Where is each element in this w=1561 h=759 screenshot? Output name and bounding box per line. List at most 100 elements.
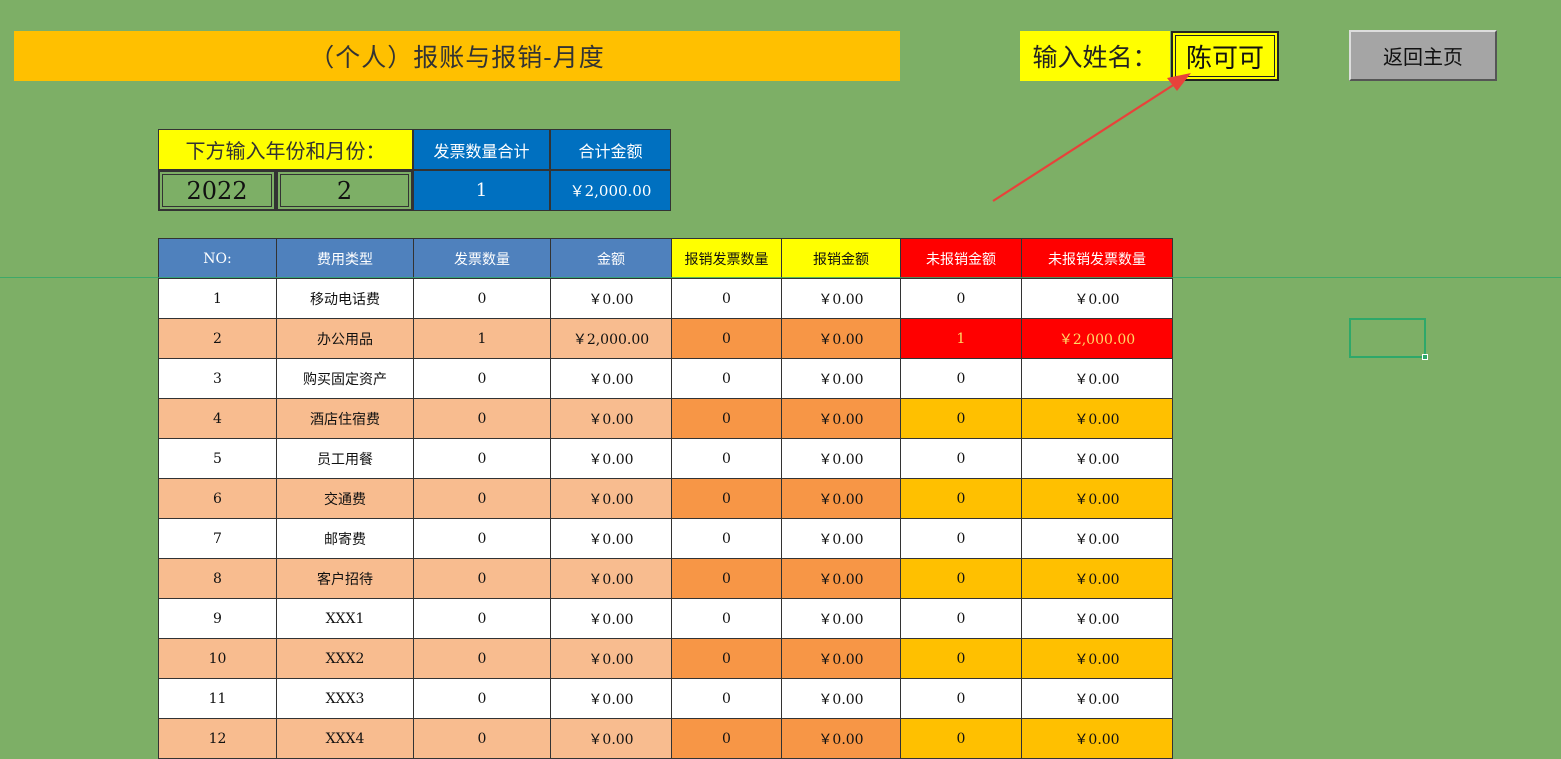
- cell-no[interactable]: 11: [158, 678, 277, 719]
- cell-reimbursed-count[interactable]: 0: [671, 398, 782, 439]
- cell-amount[interactable]: ￥0.00: [550, 678, 672, 719]
- cell-invoice-count[interactable]: 0: [413, 598, 551, 639]
- cell-invoice-count[interactable]: 0: [413, 718, 551, 759]
- cell-amount[interactable]: ￥0.00: [550, 398, 672, 439]
- cell-reimbursed-amount[interactable]: ￥0.00: [781, 598, 901, 639]
- cell-amount[interactable]: ￥0.00: [550, 598, 672, 639]
- cell-reimbursed-count[interactable]: 0: [671, 278, 782, 319]
- year-input-cell[interactable]: 2022: [158, 170, 276, 211]
- cell-invoice-count[interactable]: 0: [413, 358, 551, 399]
- cell-no[interactable]: 5: [158, 438, 277, 479]
- cell-invoice-count[interactable]: 0: [413, 638, 551, 679]
- cell-unreimbursed-count[interactable]: ￥0.00: [1021, 558, 1173, 599]
- cell-no[interactable]: 4: [158, 398, 277, 439]
- fill-handle[interactable]: [1422, 354, 1428, 360]
- cell-invoice-count[interactable]: 0: [413, 398, 551, 439]
- cell-unreimbursed-count[interactable]: ￥0.00: [1021, 478, 1173, 519]
- cell-no[interactable]: 10: [158, 638, 277, 679]
- cell-unreimbursed-amount[interactable]: 0: [900, 518, 1022, 559]
- cell-reimbursed-amount[interactable]: ￥0.00: [781, 358, 901, 399]
- cell-amount[interactable]: ￥0.00: [550, 478, 672, 519]
- cell-unreimbursed-amount[interactable]: 0: [900, 718, 1022, 759]
- month-input-cell[interactable]: 2: [276, 170, 413, 211]
- cell-unreimbursed-count[interactable]: ￥2,000.00: [1021, 318, 1173, 359]
- cell-unreimbursed-count[interactable]: ￥0.00: [1021, 398, 1173, 439]
- cell-expense-type[interactable]: 酒店住宿费: [276, 398, 414, 439]
- cell-invoice-count[interactable]: 0: [413, 678, 551, 719]
- cell-amount[interactable]: ￥0.00: [550, 518, 672, 559]
- cell-reimbursed-amount[interactable]: ￥0.00: [781, 438, 901, 479]
- cell-amount[interactable]: ￥2,000.00: [550, 318, 672, 359]
- cell-reimbursed-count[interactable]: 0: [671, 558, 782, 599]
- cell-expense-type[interactable]: 移动电话费: [276, 278, 414, 319]
- cell-no[interactable]: 6: [158, 478, 277, 519]
- cell-invoice-count[interactable]: 0: [413, 438, 551, 479]
- cell-unreimbursed-amount[interactable]: 0: [900, 558, 1022, 599]
- cell-no[interactable]: 9: [158, 598, 277, 639]
- cell-reimbursed-count[interactable]: 0: [671, 358, 782, 399]
- cell-reimbursed-amount[interactable]: ￥0.00: [781, 558, 901, 599]
- cell-expense-type[interactable]: 邮寄费: [276, 518, 414, 559]
- selected-cell[interactable]: [1349, 318, 1426, 358]
- cell-unreimbursed-amount[interactable]: 0: [900, 358, 1022, 399]
- cell-reimbursed-amount[interactable]: ￥0.00: [781, 638, 901, 679]
- cell-no[interactable]: 1: [158, 278, 277, 319]
- cell-amount[interactable]: ￥0.00: [550, 638, 672, 679]
- cell-reimbursed-count[interactable]: 0: [671, 718, 782, 759]
- name-input-cell[interactable]: 陈可可: [1171, 31, 1279, 81]
- cell-unreimbursed-amount[interactable]: 0: [900, 678, 1022, 719]
- cell-reimbursed-amount[interactable]: ￥0.00: [781, 518, 901, 559]
- cell-reimbursed-count[interactable]: 0: [671, 318, 782, 359]
- cell-reimbursed-amount[interactable]: ￥0.00: [781, 278, 901, 319]
- cell-no[interactable]: 12: [158, 718, 277, 759]
- cell-reimbursed-count[interactable]: 0: [671, 478, 782, 519]
- cell-no[interactable]: 7: [158, 518, 277, 559]
- cell-reimbursed-count[interactable]: 0: [671, 438, 782, 479]
- cell-no[interactable]: 3: [158, 358, 277, 399]
- cell-expense-type[interactable]: 交通费: [276, 478, 414, 519]
- cell-invoice-count[interactable]: 0: [413, 278, 551, 319]
- cell-expense-type[interactable]: 客户招待: [276, 558, 414, 599]
- cell-reimbursed-count[interactable]: 0: [671, 638, 782, 679]
- cell-invoice-count[interactable]: 0: [413, 478, 551, 519]
- cell-unreimbursed-count[interactable]: ￥0.00: [1021, 718, 1173, 759]
- cell-unreimbursed-count[interactable]: ￥0.00: [1021, 358, 1173, 399]
- cell-unreimbursed-count[interactable]: ￥0.00: [1021, 678, 1173, 719]
- cell-invoice-count[interactable]: 1: [413, 318, 551, 359]
- cell-reimbursed-amount[interactable]: ￥0.00: [781, 478, 901, 519]
- cell-reimbursed-count[interactable]: 0: [671, 518, 782, 559]
- cell-reimbursed-amount[interactable]: ￥0.00: [781, 318, 901, 359]
- cell-expense-type[interactable]: XXX4: [276, 718, 414, 759]
- cell-unreimbursed-amount[interactable]: 0: [900, 398, 1022, 439]
- cell-reimbursed-amount[interactable]: ￥0.00: [781, 718, 901, 759]
- cell-unreimbursed-amount[interactable]: 0: [900, 638, 1022, 679]
- cell-reimbursed-amount[interactable]: ￥0.00: [781, 398, 901, 439]
- cell-expense-type[interactable]: 员工用餐: [276, 438, 414, 479]
- cell-invoice-count[interactable]: 0: [413, 518, 551, 559]
- cell-unreimbursed-amount[interactable]: 0: [900, 598, 1022, 639]
- cell-expense-type[interactable]: XXX1: [276, 598, 414, 639]
- cell-unreimbursed-count[interactable]: ￥0.00: [1021, 598, 1173, 639]
- cell-amount[interactable]: ￥0.00: [550, 358, 672, 399]
- cell-amount[interactable]: ￥0.00: [550, 278, 672, 319]
- cell-amount[interactable]: ￥0.00: [550, 558, 672, 599]
- cell-unreimbursed-count[interactable]: ￥0.00: [1021, 638, 1173, 679]
- cell-reimbursed-amount[interactable]: ￥0.00: [781, 678, 901, 719]
- cell-expense-type[interactable]: 购买固定资产: [276, 358, 414, 399]
- cell-unreimbursed-amount[interactable]: 0: [900, 278, 1022, 319]
- cell-expense-type[interactable]: XXX2: [276, 638, 414, 679]
- cell-amount[interactable]: ￥0.00: [550, 438, 672, 479]
- cell-reimbursed-count[interactable]: 0: [671, 678, 782, 719]
- cell-expense-type[interactable]: XXX3: [276, 678, 414, 719]
- cell-no[interactable]: 2: [158, 318, 277, 359]
- cell-unreimbursed-amount[interactable]: 0: [900, 438, 1022, 479]
- cell-expense-type[interactable]: 办公用品: [276, 318, 414, 359]
- return-home-button[interactable]: 返回主页: [1349, 30, 1497, 81]
- cell-invoice-count[interactable]: 0: [413, 558, 551, 599]
- cell-unreimbursed-count[interactable]: ￥0.00: [1021, 518, 1173, 559]
- cell-unreimbursed-amount[interactable]: 0: [900, 478, 1022, 519]
- cell-unreimbursed-count[interactable]: ￥0.00: [1021, 278, 1173, 319]
- cell-reimbursed-count[interactable]: 0: [671, 598, 782, 639]
- cell-no[interactable]: 8: [158, 558, 277, 599]
- cell-unreimbursed-count[interactable]: ￥0.00: [1021, 438, 1173, 479]
